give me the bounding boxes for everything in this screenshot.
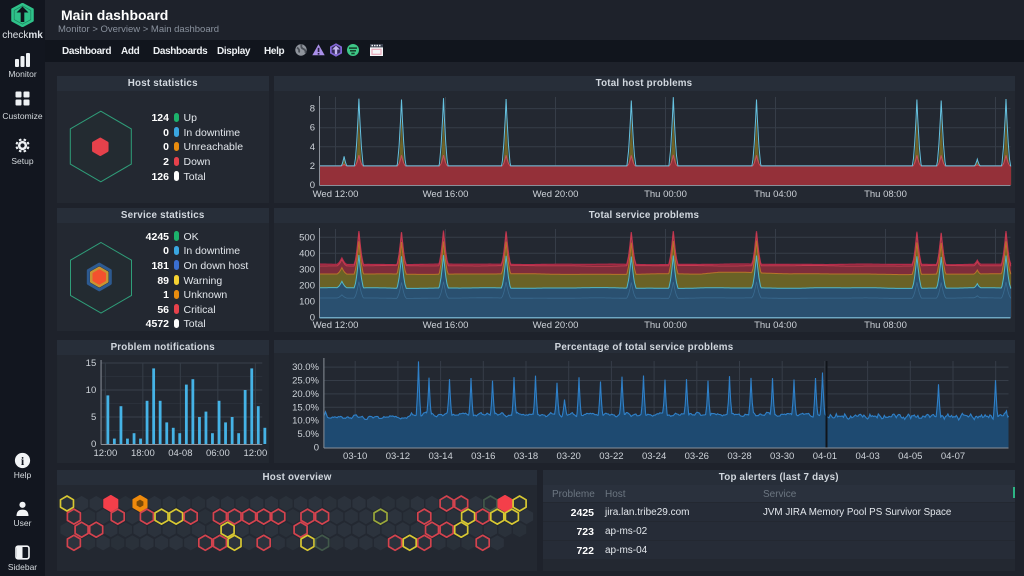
svg-text:03-28: 03-28 <box>727 451 751 462</box>
svg-text:Wed 12:00: Wed 12:00 <box>312 320 358 331</box>
svg-text:03-16: 03-16 <box>471 451 495 462</box>
svg-text:Wed 20:00: Wed 20:00 <box>532 320 578 331</box>
svg-text:18:00: 18:00 <box>131 448 155 459</box>
svg-text:6: 6 <box>309 123 314 134</box>
svg-text:03-24: 03-24 <box>641 451 665 462</box>
svg-text:03-12: 03-12 <box>385 451 409 462</box>
svg-text:25.0%: 25.0% <box>292 376 319 387</box>
svg-text:Thu 00:00: Thu 00:00 <box>644 320 687 331</box>
svg-text:Thu 08:00: Thu 08:00 <box>864 189 907 200</box>
svg-text:03-18: 03-18 <box>513 451 537 462</box>
svg-text:20.0%: 20.0% <box>292 389 319 400</box>
svg-text:100: 100 <box>299 296 315 307</box>
svg-text:03-30: 03-30 <box>770 451 794 462</box>
svg-text:4: 4 <box>309 142 314 153</box>
svg-text:0: 0 <box>313 443 318 454</box>
svg-text:500: 500 <box>299 232 315 243</box>
svg-text:Wed 20:00: Wed 20:00 <box>532 189 578 200</box>
svg-text:15: 15 <box>86 358 97 369</box>
svg-text:Thu 04:00: Thu 04:00 <box>754 320 797 331</box>
svg-text:04-05: 04-05 <box>898 451 922 462</box>
svg-text:15.0%: 15.0% <box>292 402 319 413</box>
svg-text:12:00: 12:00 <box>243 448 267 459</box>
svg-text:8: 8 <box>309 104 314 115</box>
svg-text:03-22: 03-22 <box>599 451 623 462</box>
svg-text:04-03: 04-03 <box>855 451 879 462</box>
svg-text:Wed 12:00: Wed 12:00 <box>312 189 358 200</box>
svg-text:300: 300 <box>299 264 315 275</box>
svg-text:Thu 04:00: Thu 04:00 <box>754 189 797 200</box>
svg-text:200: 200 <box>299 280 315 291</box>
svg-text:400: 400 <box>299 248 315 259</box>
svg-text:04-07: 04-07 <box>940 451 964 462</box>
svg-text:30.0%: 30.0% <box>292 362 319 373</box>
svg-text:Thu 00:00: Thu 00:00 <box>644 189 687 200</box>
svg-text:5.0%: 5.0% <box>297 429 319 440</box>
svg-text:06:00: 06:00 <box>206 448 230 459</box>
svg-text:Wed 16:00: Wed 16:00 <box>422 189 468 200</box>
svg-text:10.0%: 10.0% <box>292 416 319 427</box>
svg-text:Thu 08:00: Thu 08:00 <box>864 320 907 331</box>
svg-text:2: 2 <box>309 161 314 172</box>
svg-text:10: 10 <box>86 385 97 396</box>
svg-text:12:00: 12:00 <box>93 448 117 459</box>
svg-text:04-01: 04-01 <box>812 451 836 462</box>
svg-text:03-26: 03-26 <box>684 451 708 462</box>
svg-text:04-08: 04-08 <box>168 448 192 459</box>
svg-text:Wed 16:00: Wed 16:00 <box>422 320 468 331</box>
svg-text:03-14: 03-14 <box>428 451 452 462</box>
svg-text:03-10: 03-10 <box>343 451 367 462</box>
svg-text:03-20: 03-20 <box>556 451 580 462</box>
svg-text:5: 5 <box>91 412 96 423</box>
